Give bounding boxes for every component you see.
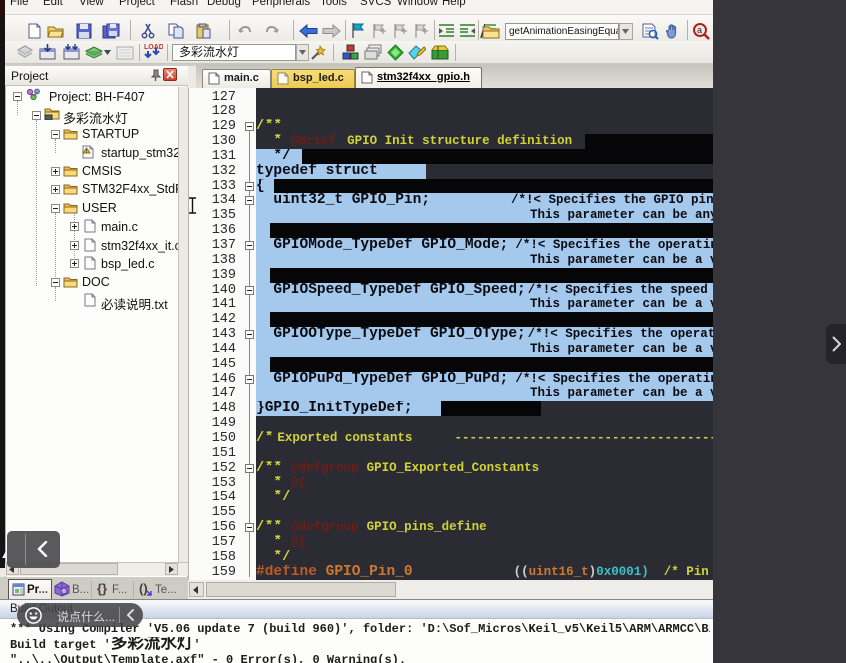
svg-text:a: a (697, 25, 702, 35)
svg-text:LOAD: LOAD (144, 44, 163, 51)
